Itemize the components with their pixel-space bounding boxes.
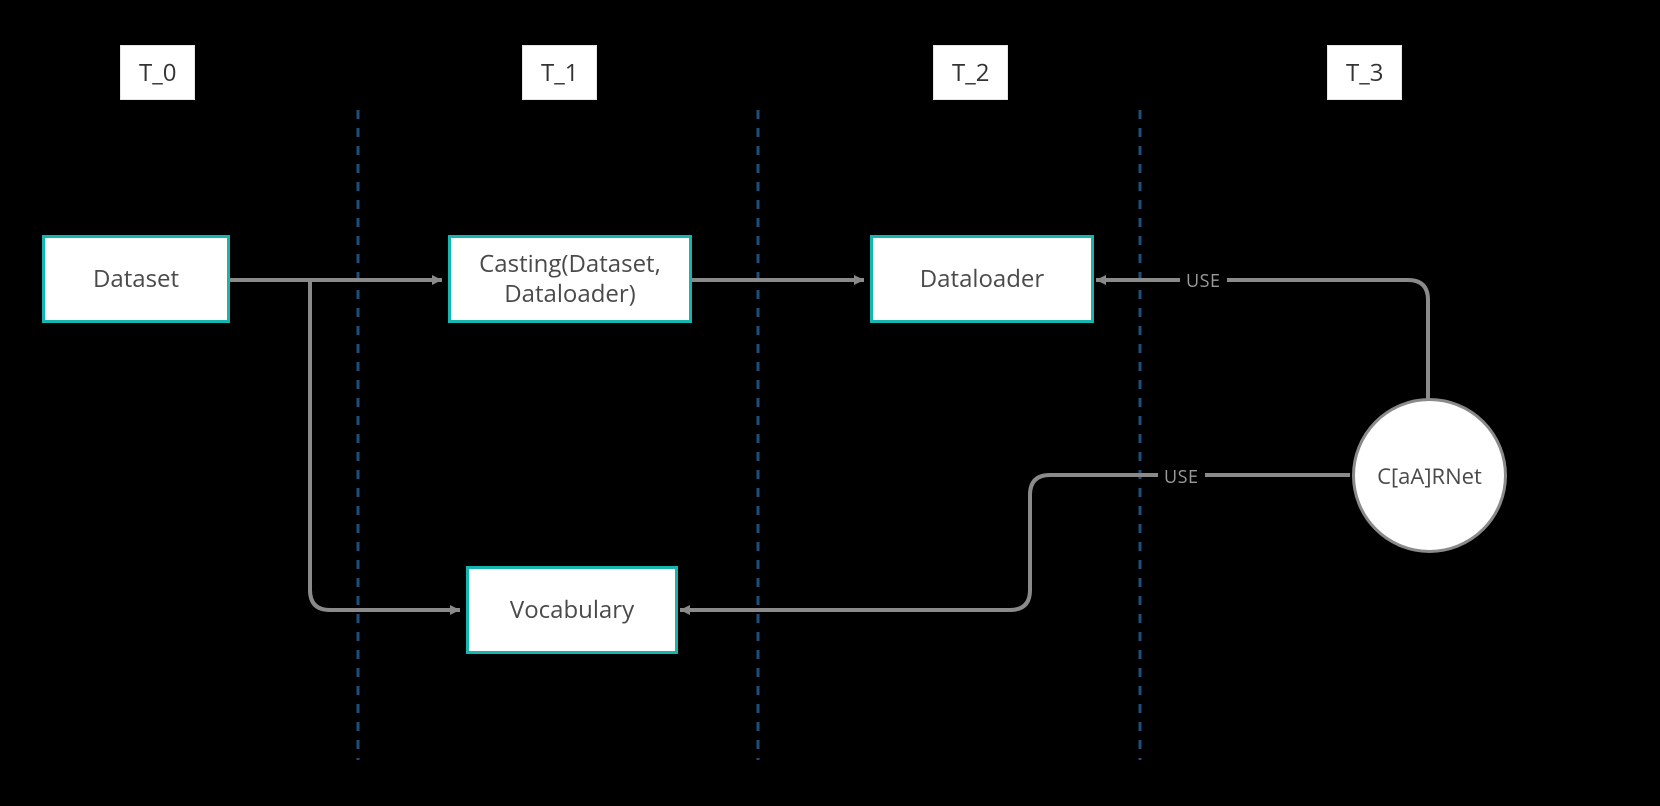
node-dataloader: Dataloader [870, 235, 1094, 323]
edge-carnet-to-dataloader [1096, 280, 1428, 410]
phase-label-t0: T_0 [120, 45, 195, 100]
edge-label-use-dataloader: USE [1180, 267, 1227, 295]
node-casting: Casting(Dataset, Dataloader) [448, 235, 692, 323]
phase-label-t2: T_2 [933, 45, 1008, 100]
node-label: C[aA]RNet [1377, 461, 1482, 491]
node-vocabulary: Vocabulary [466, 566, 678, 654]
phase-label-text: T_1 [541, 56, 578, 89]
phase-label-text: T_0 [139, 56, 176, 89]
phase-label-t3: T_3 [1327, 45, 1402, 100]
node-label: Casting(Dataset, Dataloader) [461, 249, 679, 309]
node-dataset: Dataset [42, 235, 230, 323]
phase-label-text: T_2 [952, 56, 989, 89]
edge-label-text: USE [1164, 465, 1199, 489]
node-label: Vocabulary [510, 595, 634, 625]
phase-label-text: T_3 [1346, 56, 1383, 89]
diagram-stage: T_0 T_1 T_2 T_3 Dataset Casting(Dataset,… [0, 0, 1660, 806]
node-label: Dataloader [920, 264, 1044, 294]
edge-label-text: USE [1186, 269, 1221, 293]
node-carnet: C[aA]RNet [1352, 398, 1507, 553]
phase-label-t1: T_1 [522, 45, 597, 100]
edge-dataset-to-vocabulary [310, 280, 460, 610]
edge-carnet-to-vocabulary [680, 475, 1350, 610]
edge-label-use-vocabulary: USE [1158, 463, 1205, 491]
node-label: Dataset [93, 264, 179, 294]
